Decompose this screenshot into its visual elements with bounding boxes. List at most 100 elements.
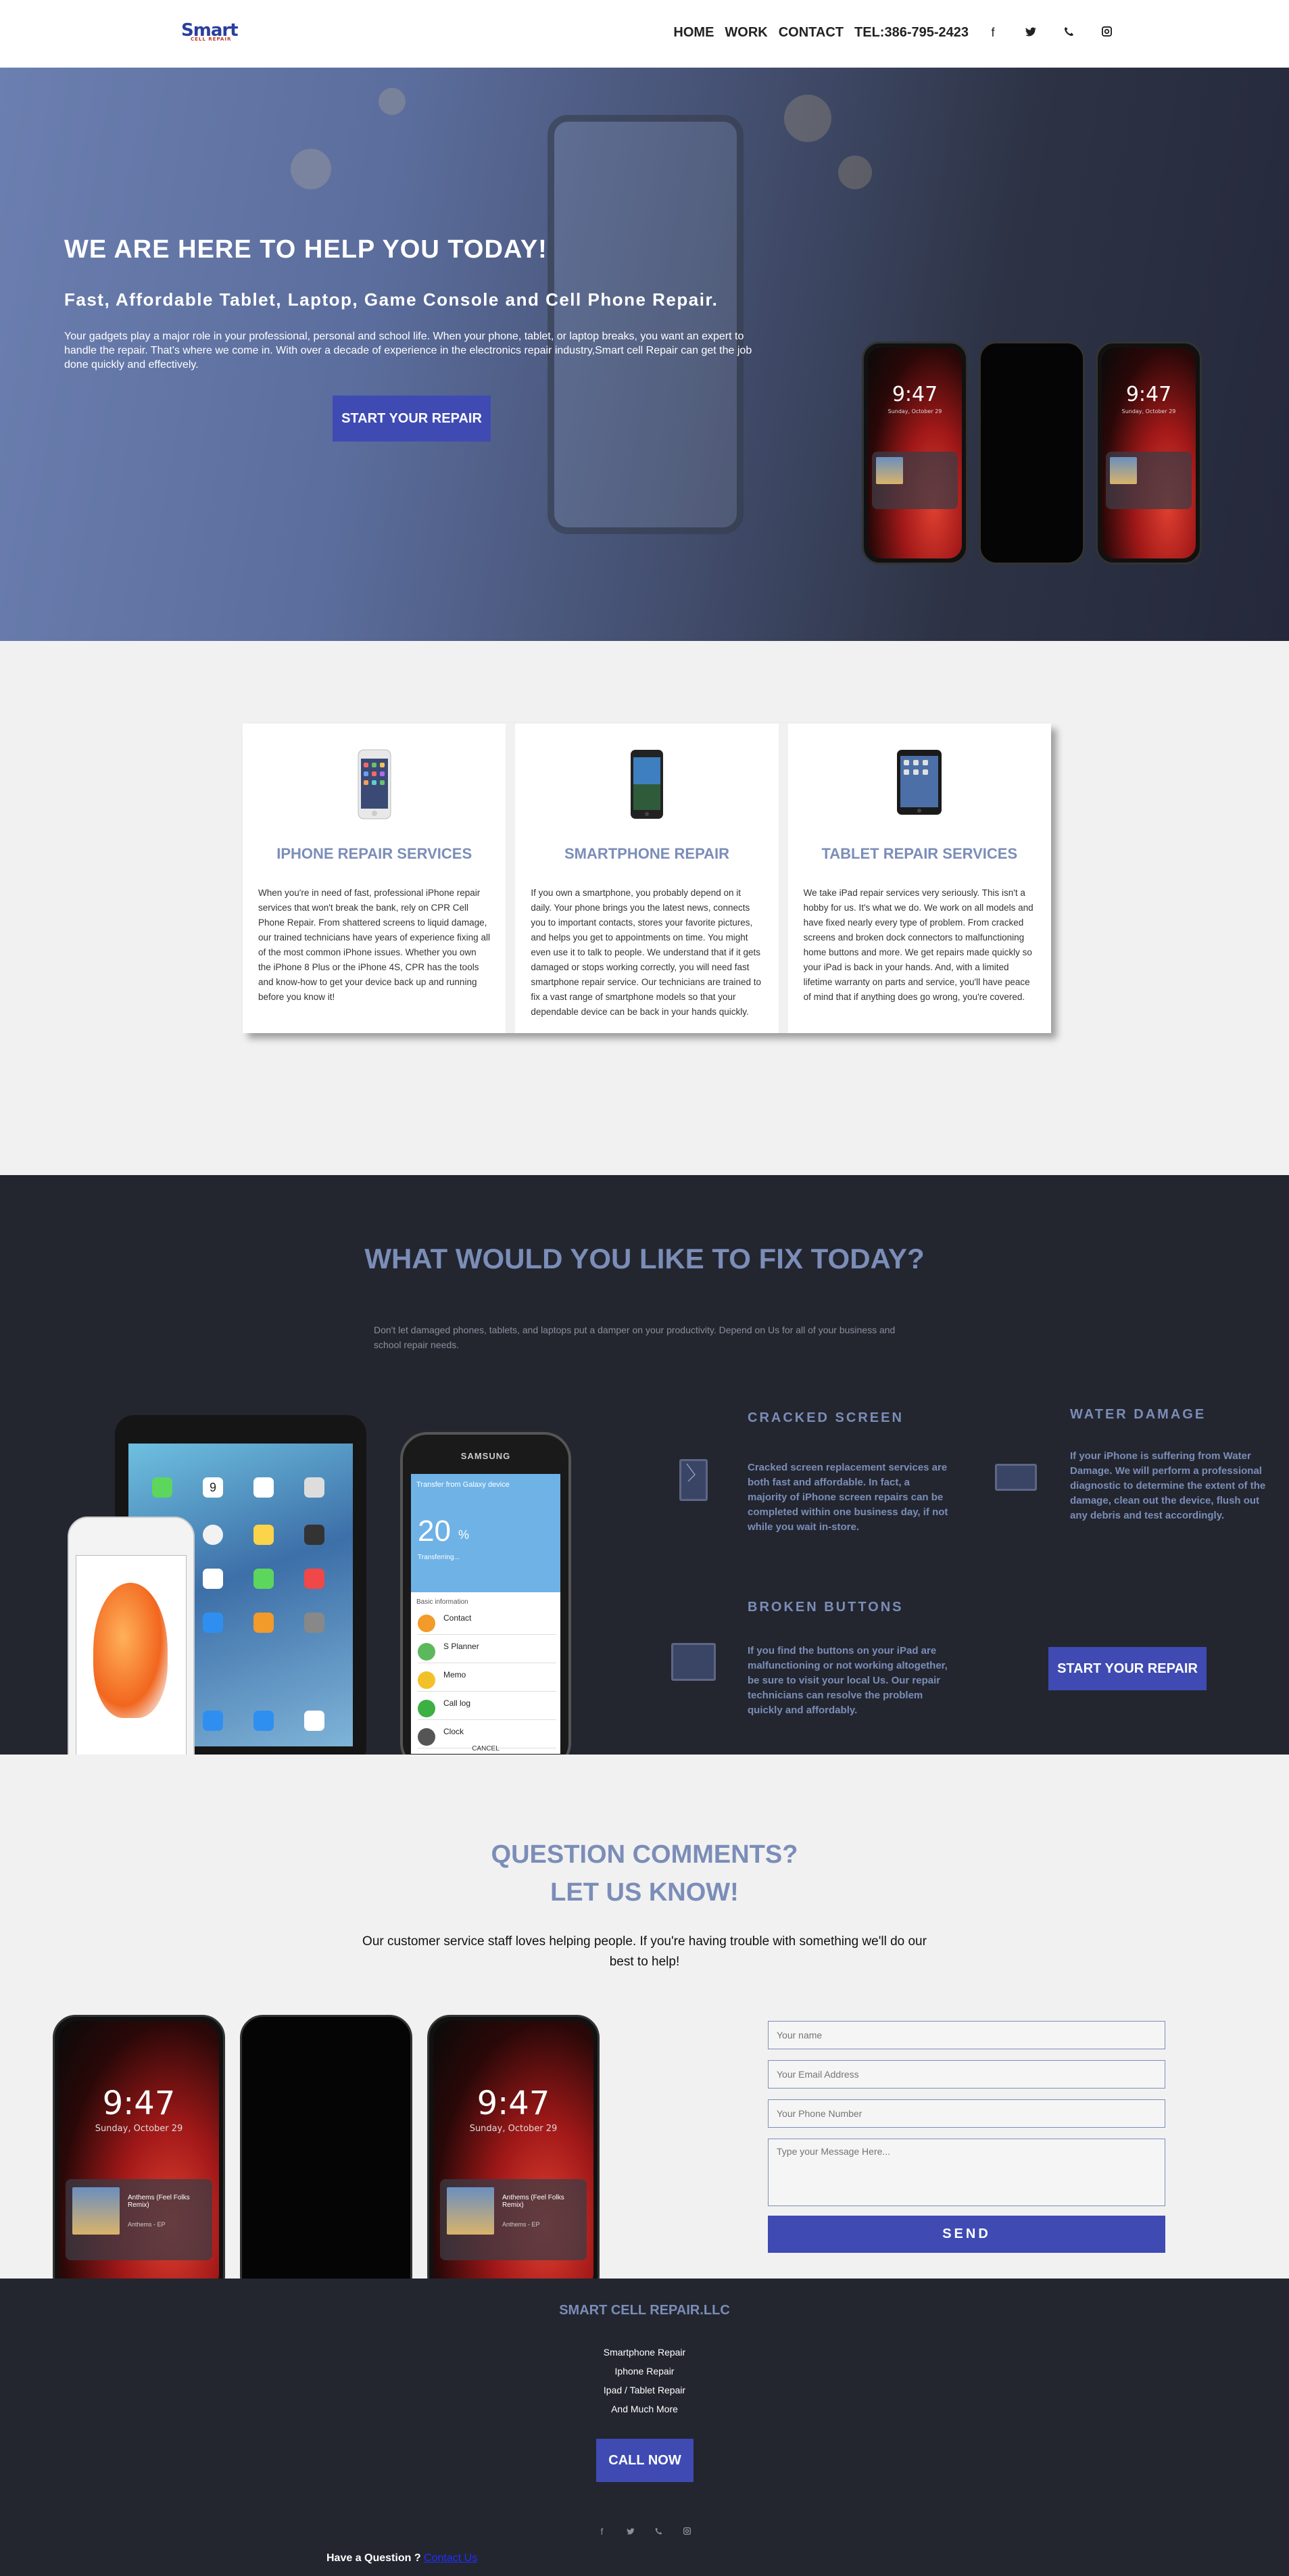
song-artist: Anthems - EP <box>502 2221 540 2228</box>
contact-us-link[interactable]: Contact Us <box>424 2552 477 2564</box>
hero-text: Your gadgets play a major role in your p… <box>64 331 752 371</box>
monitor-icon <box>671 1643 716 1681</box>
galaxy-status: Transferring... <box>418 1554 460 1561</box>
contact-title-line2: LET US KNOW! <box>550 1878 739 1907</box>
fix-start-repair-button[interactable]: START YOUR REPAIR <box>1048 1647 1207 1690</box>
service-text: If you own a smartphone, you probably de… <box>531 888 761 1017</box>
service-title: SMARTPHONE REPAIR <box>564 845 730 862</box>
contact-phones-image: 9:47 Sunday, October 29 Anthems (Feel Fo… <box>53 2015 600 2279</box>
ipad-calendar-date: 9 <box>209 1481 216 1494</box>
album-art <box>1110 457 1137 484</box>
contact-title: QUESTION COMMENTS? LET US KNOW! <box>0 1836 1289 1911</box>
name-field[interactable] <box>768 2021 1165 2049</box>
service-title: TABLET REPAIR SERVICES <box>821 845 1018 862</box>
album-art <box>447 2187 494 2235</box>
service-title: IPHONE REPAIR SERVICES <box>276 845 472 862</box>
lockscreen-time: 9:47 <box>892 383 938 406</box>
phone-field[interactable] <box>768 2099 1165 2128</box>
main-nav: HOME WORK CONTACT TEL:386-795-2423 f <box>673 25 1120 41</box>
footer-link[interactable]: And Much More <box>0 2400 1289 2418</box>
send-button[interactable]: SEND <box>768 2216 1165 2253</box>
song-title: Anthems (Feel Folks Remix) <box>128 2194 190 2209</box>
galaxy-phone-image: SAMSUNG Transfer from Galaxy device 20 %… <box>400 1432 571 1755</box>
contact-section: QUESTION COMMENTS? LET US KNOW! Our cust… <box>0 1755 1289 2279</box>
phone-lockscreen: 9:47 Sunday, October 29 <box>1096 341 1202 565</box>
phone-blank <box>240 2015 412 2279</box>
services-section: IPHONE REPAIR SERVICES When you're in ne… <box>0 641 1289 1175</box>
contact-title-line1: QUESTION COMMENTS? <box>491 1840 798 1869</box>
hero-subtitle: Fast, Affordable Tablet, Laptop, Game Co… <box>64 289 719 310</box>
fix-intro: Don't let damaged phones, tablets, and l… <box>374 1325 896 1350</box>
cracked-screen-icon <box>679 1459 708 1501</box>
footer-link[interactable]: Ipad / Tablet Repair <box>0 2381 1289 2400</box>
galaxy-row-label: Call log <box>443 1698 471 1708</box>
galaxy-brand: SAMSUNG <box>460 1451 511 1461</box>
bokeh-light <box>784 95 831 142</box>
twitter-icon[interactable] <box>625 2526 636 2537</box>
fix-item-title: BROKEN BUTTONS <box>748 1600 904 1615</box>
album-art <box>876 457 903 484</box>
logo[interactable]: Smart CELL REPAIR <box>181 20 239 42</box>
email-field[interactable] <box>768 2060 1165 2089</box>
facebook-icon[interactable]: f <box>979 26 1006 40</box>
contact-lead: Our customer service staff loves helping… <box>362 1934 927 1969</box>
smartphone-icon <box>630 749 664 823</box>
iphone-icon <box>358 749 391 823</box>
twitter-icon[interactable] <box>1017 26 1044 40</box>
song-title: Anthems (Feel Folks Remix) <box>502 2194 564 2209</box>
lockscreen-date: Sunday, October 29 <box>887 408 942 414</box>
service-card-tablet: TABLET REPAIR SERVICES We take iPad repa… <box>787 723 1051 1033</box>
fix-item-title: CRACKED SCREEN <box>748 1410 904 1425</box>
galaxy-row-label: Contact <box>443 1613 472 1623</box>
lockscreen-time: 9:47 <box>102 2084 176 2122</box>
hero-title: WE ARE HERE TO HELP YOU TODAY! <box>64 235 548 264</box>
album-art <box>72 2187 120 2235</box>
service-cards: IPHONE REPAIR SERVICES When you're in ne… <box>243 723 1051 1033</box>
facebook-icon[interactable]: f <box>597 2526 608 2537</box>
phone-icon[interactable] <box>654 2526 664 2537</box>
service-text: When you're in need of fast, professiona… <box>258 888 490 1002</box>
phone-icon[interactable] <box>1055 26 1082 40</box>
nav-contact[interactable]: CONTACT <box>779 25 844 41</box>
lockscreen-time: 9:47 <box>477 2084 550 2122</box>
water-damage-icon <box>995 1464 1037 1491</box>
bokeh-light <box>291 149 331 189</box>
footer-social: f <box>0 2526 1289 2537</box>
white-iphone-image <box>68 1517 195 1755</box>
footer-link[interactable]: Iphone Repair <box>0 2362 1289 2381</box>
lockscreen-date: Sunday, October 29 <box>469 2124 558 2134</box>
phone-lockscreen: 9:47 Sunday, October 29 <box>862 341 968 565</box>
call-now-button[interactable]: CALL NOW <box>596 2439 694 2482</box>
hero-section: WE ARE HERE TO HELP YOU TODAY! Fast, Aff… <box>0 68 1289 641</box>
footer-question: Have a Question ? Contact Us <box>326 2552 477 2565</box>
lockscreen-time: 9:47 <box>1125 383 1172 406</box>
nav-home[interactable]: HOME <box>673 25 714 41</box>
footer-link[interactable]: Smartphone Repair <box>0 2343 1289 2362</box>
footer-links: Smartphone Repair Iphone Repair Ipad / T… <box>0 2343 1289 2418</box>
fix-section: WHAT WOULD YOU LIKE TO FIX TODAY? Don't … <box>0 1175 1289 1755</box>
lockscreen-date: Sunday, October 29 <box>95 2124 183 2134</box>
nav-telephone[interactable]: TEL:386-795-2423 <box>854 25 969 41</box>
galaxy-header: Transfer from Galaxy device <box>416 1481 510 1489</box>
music-widget <box>1106 452 1192 509</box>
nav-work[interactable]: WORK <box>725 25 767 41</box>
phone-lockscreen: 9:47 Sunday, October 29 Anthems (Feel Fo… <box>53 2015 225 2279</box>
galaxy-cancel: CANCEL <box>472 1745 500 1752</box>
galaxy-row-label: Memo <box>443 1670 466 1679</box>
hero-phones-image: 9:47 Sunday, October 29 9:47 Sunday, Oct… <box>862 341 1202 565</box>
song-artist: Anthems - EP <box>128 2221 166 2228</box>
music-widget: Anthems (Feel Folks Remix) Anthems - EP <box>440 2179 587 2260</box>
fix-title: WHAT WOULD YOU LIKE TO FIX TODAY? <box>364 1243 925 1274</box>
instagram-icon[interactable] <box>682 2526 693 2537</box>
background-phone-image <box>548 115 744 534</box>
galaxy-row-label: S Planner <box>443 1642 479 1651</box>
footer-title: SMART CELL REPAIR.LLC <box>559 2303 730 2318</box>
footer-question-text: Have a Question ? <box>326 2552 421 2564</box>
galaxy-section: Basic information <box>416 1598 468 1606</box>
fix-item-text: Cracked screen replacement services are … <box>748 1462 948 1533</box>
site-header: Smart CELL REPAIR HOME WORK CONTACT TEL:… <box>0 0 1289 68</box>
message-field[interactable] <box>768 2139 1165 2206</box>
service-text: We take iPad repair services very seriou… <box>803 888 1033 1002</box>
start-repair-button[interactable]: START YOUR REPAIR <box>333 396 491 442</box>
instagram-icon[interactable] <box>1093 26 1120 40</box>
